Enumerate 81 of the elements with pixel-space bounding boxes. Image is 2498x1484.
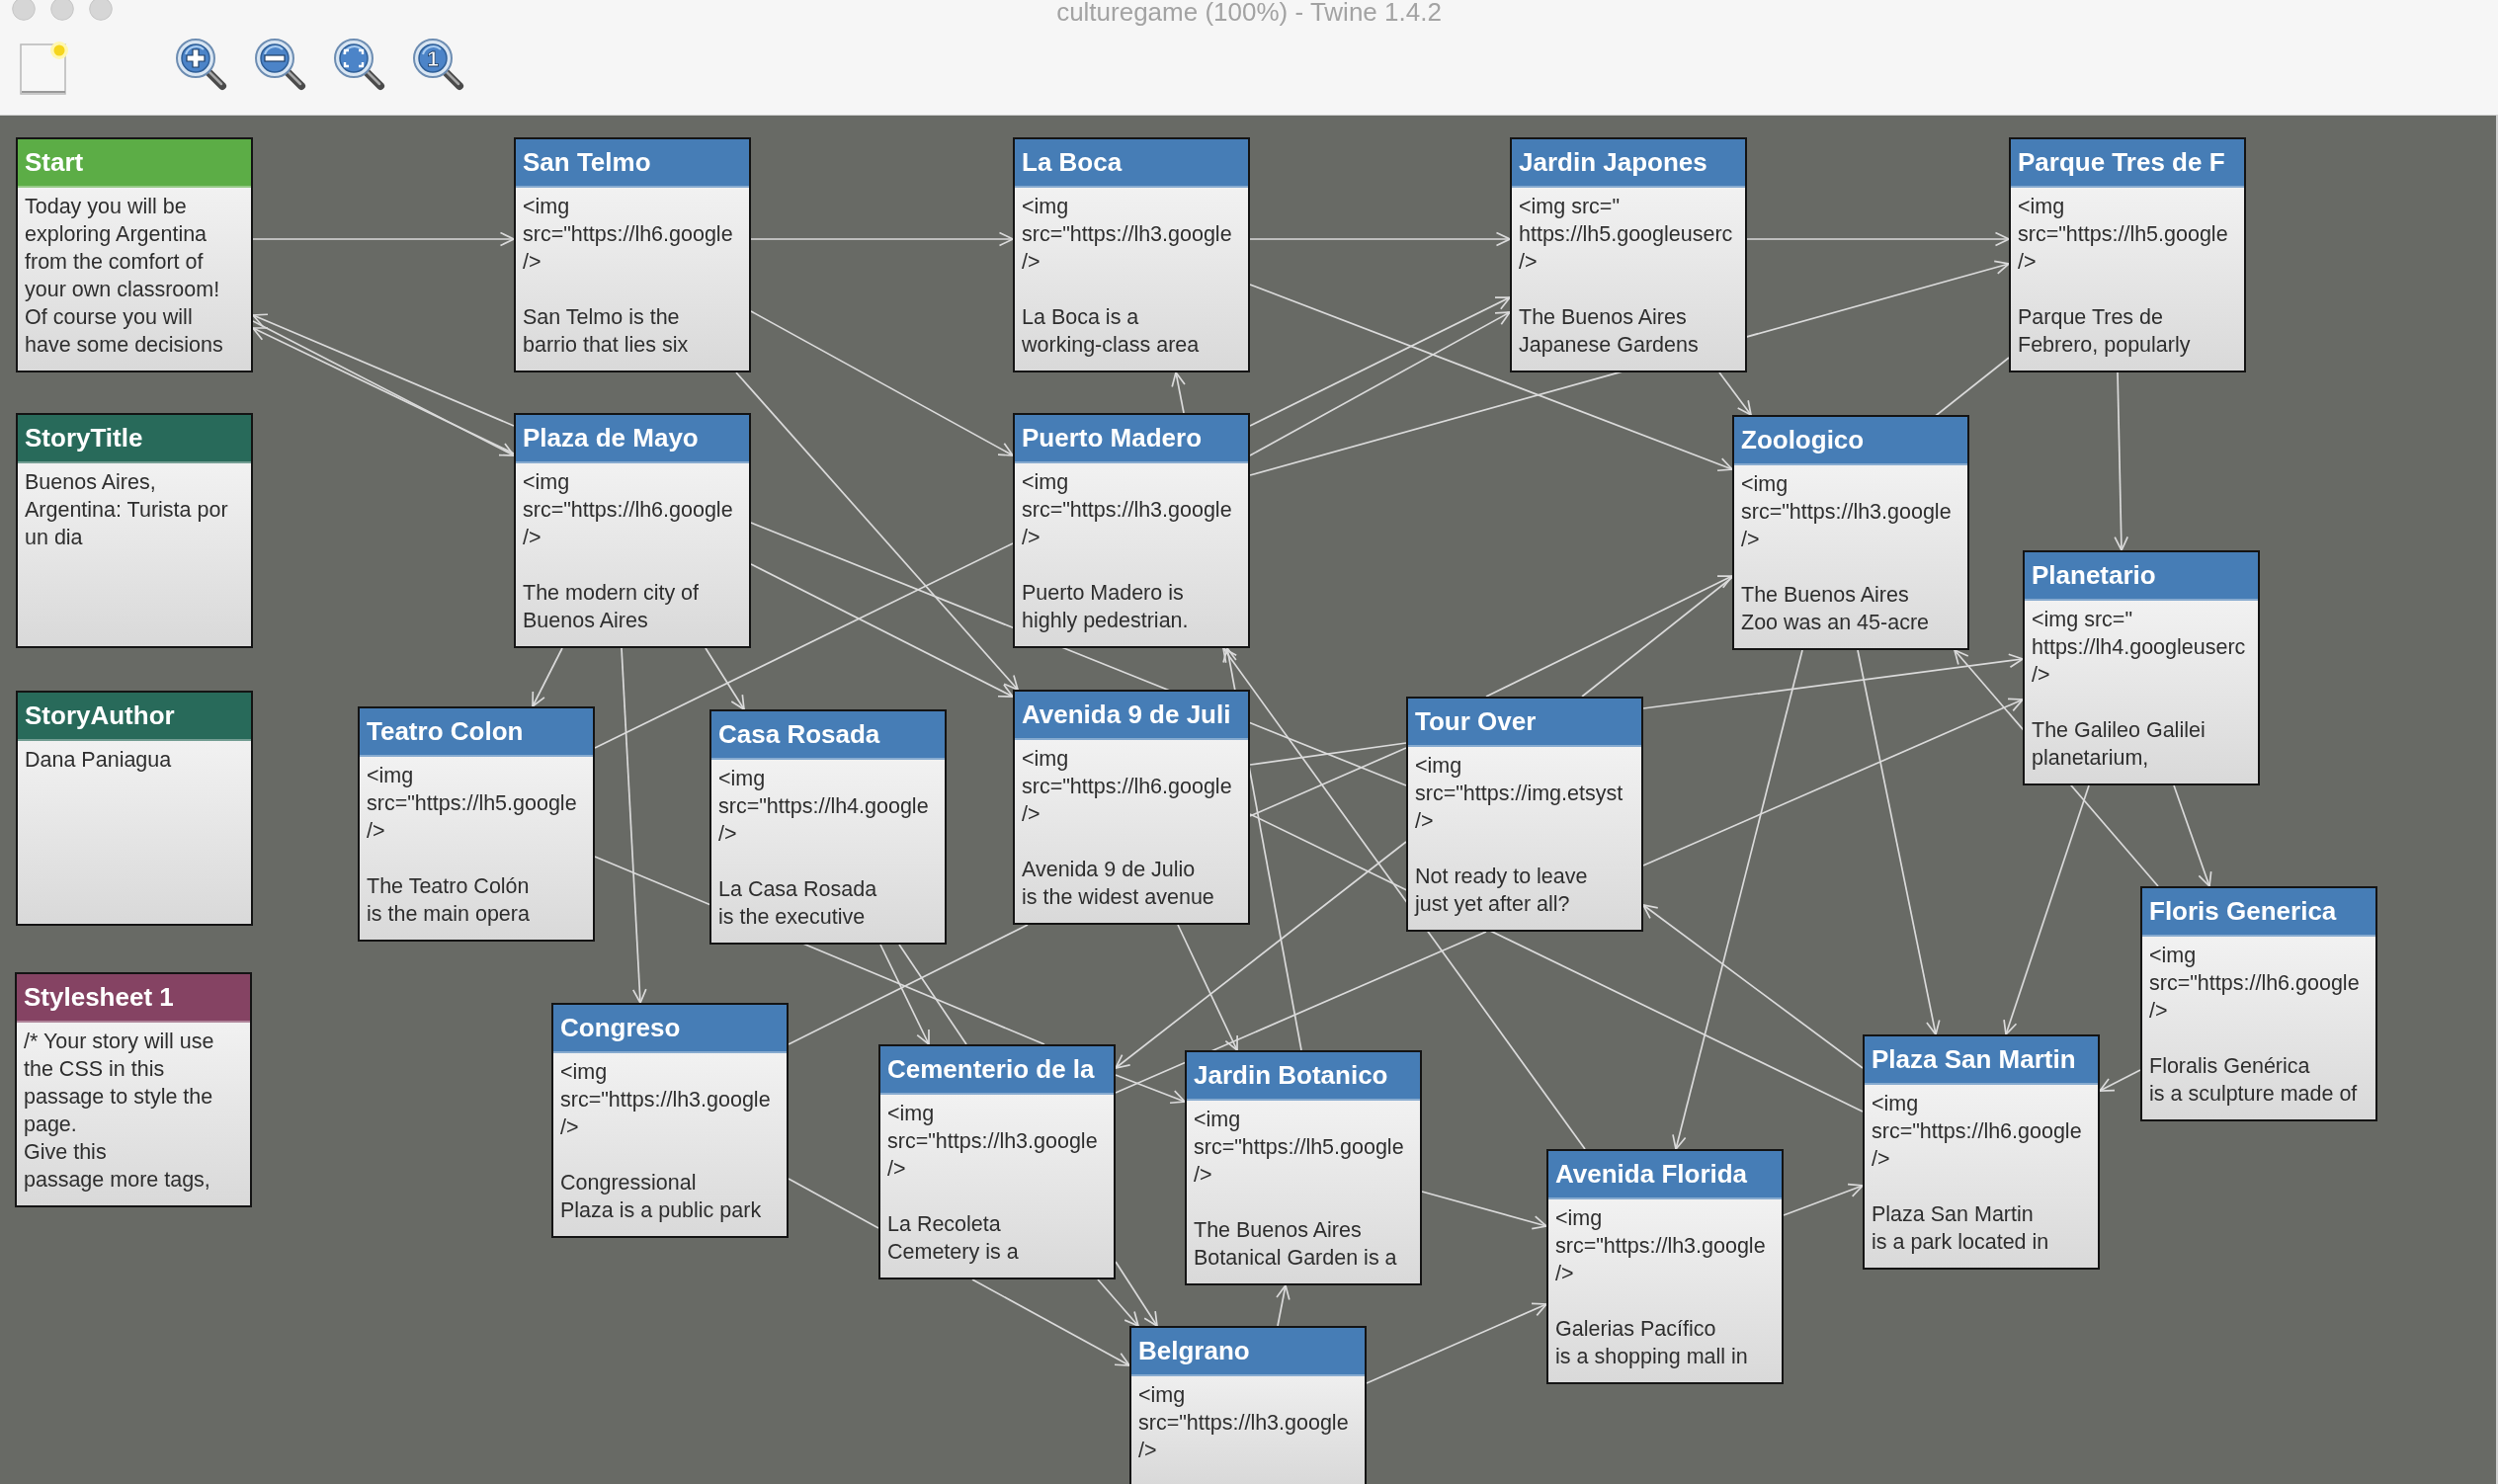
passage-card[interactable]: Avenida Florida <img src="https://lh3.google /> Galerias Pacífico is a shopping mall in	[1546, 1149, 1784, 1384]
passage-excerpt: <img src="https://lh3.google /> La Boca is a working-class area	[1021, 194, 1233, 359]
passage-card[interactable]: Plaza San Martin <img src="https://lh6.google /> Plaza San Martin is a park located in	[1863, 1034, 2100, 1270]
zoom-out-icon[interactable]	[253, 38, 308, 93]
passage-card[interactable]: StoryAuthor Dana Paniagua	[16, 691, 253, 926]
passage-title: Planetario	[2025, 552, 2258, 601]
link-arrow	[2098, 1069, 2141, 1092]
passage-title: Plaza San Martin	[1865, 1036, 2098, 1085]
passage-excerpt: <img src="https://lh3.google /> Puerto Madero is highly pedestrian.	[1021, 469, 1233, 634]
close-button[interactable]	[12, 0, 36, 21]
passage-excerpt: <img src="https://lh6.google /> Avenida 9 de Julio is the widest avenue	[1021, 746, 1233, 911]
zoom-fit-icon[interactable]	[332, 38, 387, 93]
passage-title: Plaza de Mayo	[516, 415, 749, 463]
new-page-icon[interactable]	[20, 41, 68, 95]
passage-card[interactable]: Belgrano <img src="https://lh3.google />	[1129, 1326, 1367, 1484]
passage-title: Tour Over	[1408, 699, 1641, 747]
passage-title: Belgrano	[1131, 1328, 1365, 1376]
passage-excerpt: <img src="https://img.etsyst /> Not ready to leave just yet after all?	[1413, 753, 1624, 918]
minimize-button[interactable]	[50, 0, 74, 21]
passage-excerpt: <img src="https://lh6.google /> Floralis Genérica is a sculpture made of	[2148, 943, 2361, 1108]
passage-card[interactable]: Tour Over <img src="https://img.etsyst /> Not ready to leave just yet after all?	[1406, 697, 1643, 932]
passage-card[interactable]: Zoologico <img src="https://lh3.google /> The Buenos Aires Zoo was an 45-acre	[1732, 415, 1969, 650]
passage-card[interactable]: Stylesheet 1 /* Your story will use the CSS in this passage to style the page. Give this passage more tags,	[15, 972, 252, 1207]
passage-excerpt: <img src="https://lh5.google /> The Buenos Aires Botanical Garden is a	[1193, 1107, 1405, 1272]
passage-card[interactable]: Casa Rosada <img src="https://lh4.google /> La Casa Rosada is the executive	[709, 709, 947, 945]
passage-card[interactable]: Congreso <img src="https://lh3.google /> Congressional Plaza is a public park	[551, 1003, 789, 1238]
passage-title: Parque Tres de F	[2011, 139, 2244, 188]
passage-card[interactable]: Planetario <img src=" https://lh4.googleuserc /> The Galileo Galilei planetarium,	[2023, 550, 2260, 785]
passage-excerpt: <img src="https://lh6.google /> The modern city of Buenos Aires	[522, 469, 734, 634]
passage-title: Congreso	[553, 1005, 787, 1053]
window-title: culturegame (100%) - Twine 1.4.2	[1056, 0, 1442, 25]
passage-title: Stylesheet 1	[17, 974, 250, 1023]
passage-excerpt: <img src="https://lh3.google /> Congressional Plaza is a public park	[559, 1059, 772, 1224]
passage-title: Puerto Madero	[1015, 415, 1248, 463]
passage-title: Casa Rosada	[711, 711, 945, 760]
passage-card[interactable]: La Boca <img src="https://lh3.google /> La Boca is a working-class area	[1013, 137, 1250, 372]
passage-title: Teatro Colon	[360, 708, 593, 757]
passage-card[interactable]: Floris Generica <img src="https://lh6.google /> Floralis Genérica is a sculpture made of	[2140, 886, 2377, 1121]
passage-card[interactable]: Start Today you will be exploring Argentina from the comfort of your own classroom! Of course you will have some decisions	[16, 137, 253, 372]
passage-title: Floris Generica	[2142, 888, 2375, 937]
passage-card[interactable]: San Telmo <img src="https://lh6.google /> San Telmo is the barrio that lies six	[514, 137, 751, 372]
passage-title: Jardin Botanico	[1187, 1052, 1420, 1101]
passage-title: Avenida Florida	[1548, 1151, 1782, 1199]
passage-card[interactable]: Cementerio de la <img src="https://lh3.google /> La Recoleta Cemetery is a	[878, 1044, 1116, 1279]
passage-title: San Telmo	[516, 139, 749, 188]
passage-excerpt: <img src="https://lh5.google /> The Teatro Colón is the main opera	[366, 763, 578, 928]
passage-excerpt: Today you will be exploring Argentina from the comfort of your own classroom! Of course you will have some decisions	[24, 194, 224, 359]
passage-excerpt: <img src="https://lh4.google /> La Casa Rosada is the executive	[717, 766, 930, 931]
passage-excerpt: <img src="https://lh3.google /> La Recoleta Cemetery is a	[886, 1101, 1099, 1266]
passage-excerpt: Dana Paniagua	[24, 747, 173, 774]
passage-excerpt: <img src="https://lh5.google /> Parque Tres de Febrero, popularly	[2017, 194, 2229, 359]
passage-excerpt: <img src="https://lh6.google /> San Telmo is the barrio that lies six	[522, 194, 734, 359]
passage-excerpt: <img src="https://lh3.google /> Galerias Pacífico is a shopping mall in	[1554, 1205, 1767, 1370]
link-arrow	[1171, 371, 1186, 414]
passage-card[interactable]: Puerto Madero <img src="https://lh3.google /> Puerto Madero is highly pedestrian.	[1013, 413, 1250, 648]
passage-title: La Boca	[1015, 139, 1248, 188]
passage-excerpt: <img src="https://lh3.google /> The Buenos Aires Zoo was an 45-acre	[1740, 471, 1953, 636]
passage-card[interactable]: Jardin Japones <img src=" https://lh5.googleuserc /> The Buenos Aires Japanese Gardens	[1510, 137, 1747, 372]
zoom-in-icon[interactable]	[174, 38, 229, 93]
passage-excerpt: /* Your story will use the CSS in this passage to style the page. Give this passage more tags,	[23, 1029, 215, 1194]
passage-title: Cementerio de la	[880, 1046, 1114, 1095]
passage-title: Start	[18, 139, 251, 188]
passage-card[interactable]: Jardin Botanico <img src="https://lh5.google /> The Buenos Aires Botanical Garden is a	[1185, 1050, 1422, 1285]
passage-title: StoryTitle	[18, 415, 251, 463]
passage-excerpt: <img src="https://lh3.google />	[1137, 1382, 1350, 1464]
link-arrow	[532, 647, 563, 708]
passage-title: Avenida 9 de Juli	[1015, 692, 1248, 740]
passage-title: StoryAuthor	[18, 693, 251, 741]
link-arrow	[1276, 1283, 1291, 1327]
passage-excerpt: <img src=" https://lh5.googleuserc /> The Buenos Aires Japanese Gardens	[1518, 194, 1734, 359]
passage-card[interactable]: Teatro Colon <img src="https://lh5.google /> The Teatro Colón is the main opera	[358, 706, 595, 942]
passage-card[interactable]: StoryTitle Buenos Aires, Argentina: Turista por un dia	[16, 413, 253, 648]
passage-card[interactable]: Avenida 9 de Juli <img src="https://lh6.google /> Avenida 9 de Julio is the widest avenue	[1013, 690, 1250, 925]
passage-card[interactable]: Plaza de Mayo <img src="https://lh6.google /> The modern city of Buenos Aires	[514, 413, 751, 648]
passage-title: Jardin Japones	[1512, 139, 1745, 188]
passage-excerpt: <img src=" https://lh4.googleuserc /> The Galileo Galilei planetarium,	[2031, 607, 2247, 772]
passage-title: Zoologico	[1734, 417, 1967, 465]
passage-excerpt: Buenos Aires, Argentina: Turista por un dia	[24, 469, 229, 551]
passage-excerpt: <img src="https://lh6.google /> Plaza San Martin is a park located in	[1871, 1091, 2083, 1256]
passage-card[interactable]: Parque Tres de F <img src="https://lh5.google /> Parque Tres de Febrero, popularly	[2009, 137, 2246, 372]
zoom-button[interactable]	[89, 0, 113, 21]
